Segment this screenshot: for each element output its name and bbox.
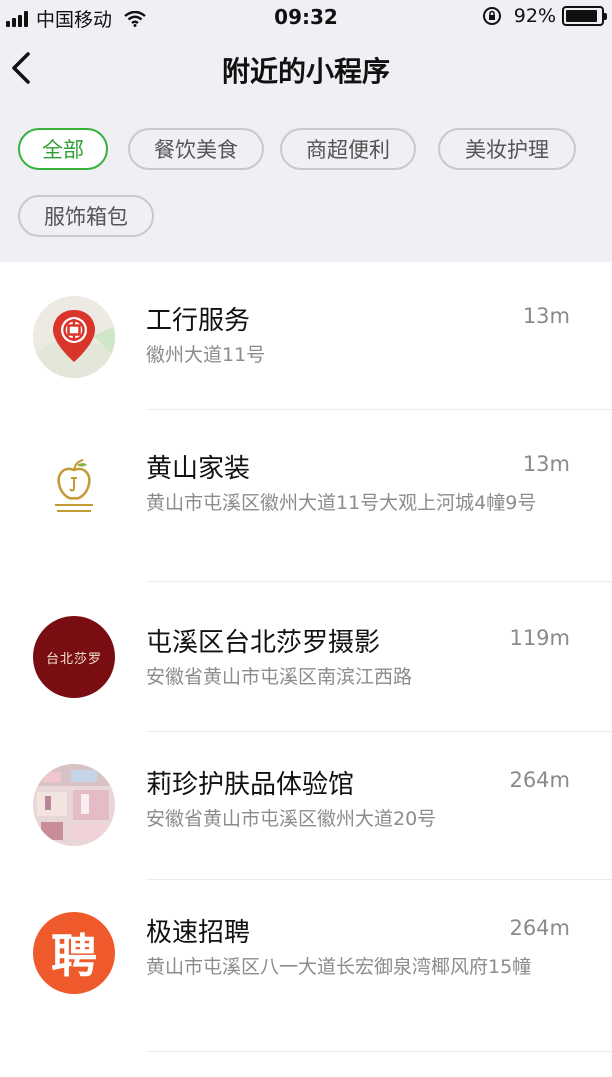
item-distance: 264m	[509, 768, 570, 792]
item-address: 黄山市屯溪区徽州大道11号大观上河城4幢9号	[146, 492, 537, 514]
recruit-logo: 聘	[33, 912, 115, 994]
chip-food[interactable]: 餐饮美食	[128, 128, 264, 170]
item-name: 莉珍护肤品体验馆	[146, 770, 355, 800]
battery-icon	[562, 6, 607, 26]
logo-text: 台北莎罗	[45, 651, 102, 667]
rotation-lock-icon	[482, 7, 501, 25]
item-address: 安徽省黄山市屯溪区南滨江西路	[146, 666, 413, 688]
icbc-map-pin-icon	[33, 296, 115, 378]
list-item[interactable]: 工行服务 13m 徽州大道11号	[0, 262, 612, 410]
store-photo-avatar	[33, 764, 115, 846]
item-name: 工行服务	[146, 306, 251, 336]
chip-label: 服饰箱包	[44, 205, 128, 229]
page-title: 附近的小程序	[221, 55, 390, 88]
status-bar: 中国移动 09:32 92%	[0, 0, 612, 34]
item-address: 徽州大道11号	[146, 344, 266, 366]
list-item[interactable]: 聘 极速招聘 264m 黄山市屯溪区八一大道长宏御泉湾椰风府15幢	[0, 880, 612, 1052]
chip-apparel[interactable]: 服饰箱包	[18, 195, 154, 237]
chip-all[interactable]: 全部	[18, 128, 108, 170]
taipei-shaluo-logo: 台北莎罗	[33, 616, 115, 698]
list-item[interactable]: 莉珍护肤品体验馆 264m 安徽省黄山市屯溪区徽州大道20号	[0, 732, 612, 880]
item-distance: 119m	[509, 626, 570, 650]
battery-percentage: 92%	[513, 5, 556, 27]
item-address: 安徽省黄山市屯溪区徽州大道20号	[146, 808, 437, 830]
item-address: 黄山市屯溪区八一大道长宏御泉湾椰风府15幢	[146, 956, 532, 978]
chip-label: 美妆护理	[465, 138, 549, 162]
item-distance: 13m	[522, 304, 570, 328]
golden-apple-logo	[33, 448, 115, 530]
item-distance: 264m	[509, 916, 570, 940]
item-name: 黄山家装	[146, 454, 251, 484]
chip-label: 餐饮美食	[154, 138, 238, 162]
chip-label: 全部	[42, 138, 84, 162]
list-item[interactable]: 台北莎罗 屯溪区台北莎罗摄影 119m 安徽省黄山市屯溪区南滨江西路	[0, 582, 612, 732]
item-name: 屯溪区台北莎罗摄影	[146, 628, 381, 658]
list-item[interactable]: 黄山家装 13m 黄山市屯溪区徽州大道11号大观上河城4幢9号	[0, 410, 612, 582]
chip-label: 商超便利	[306, 138, 390, 162]
divider	[146, 1051, 612, 1052]
navigation-bar: 附近的小程序	[0, 34, 612, 104]
item-name: 极速招聘	[146, 918, 251, 948]
chip-beauty[interactable]: 美妆护理	[438, 128, 576, 170]
chip-convenience[interactable]: 商超便利	[280, 128, 416, 170]
item-distance: 13m	[522, 452, 570, 476]
logo-text: 聘	[51, 929, 97, 983]
